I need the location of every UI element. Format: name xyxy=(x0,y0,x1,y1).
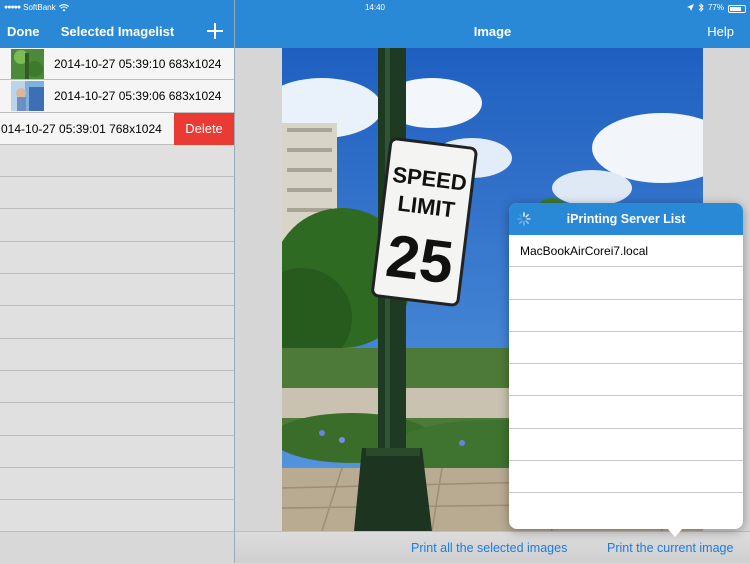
loading-spinner-icon xyxy=(517,212,531,226)
empty-row xyxy=(0,209,234,242)
empty-row xyxy=(0,306,234,339)
empty-row xyxy=(0,435,234,468)
list-item-label: 2014-10-27 05:39:06 683x1024 xyxy=(54,89,222,104)
popover-title: iPrinting Server List xyxy=(566,212,686,226)
server-item[interactable]: MacBookAirCorei7.local xyxy=(509,235,743,268)
delete-button[interactable]: Delete xyxy=(174,112,234,145)
left-navbar: Done Selected Imagelist xyxy=(0,15,234,48)
print-all-button[interactable]: Print all the selected images xyxy=(411,532,567,564)
thumbnail-image xyxy=(11,81,44,112)
image-list[interactable]: 2014-10-27 05:39:10 683x1024 2014-10-27 … xyxy=(0,48,234,531)
done-button[interactable]: Done xyxy=(7,15,40,48)
empty-row xyxy=(509,300,743,332)
empty-row xyxy=(0,500,234,531)
image-title: Image xyxy=(473,24,512,39)
empty-row xyxy=(0,274,234,307)
split-divider xyxy=(234,0,235,563)
sign-number: 25 xyxy=(383,222,457,297)
help-button[interactable]: Help xyxy=(707,15,734,48)
empty-row xyxy=(509,267,743,300)
clock: 14:40 xyxy=(364,3,386,12)
empty-row xyxy=(509,332,743,365)
location-icon xyxy=(686,4,694,11)
list-item[interactable]: 2014-10-27 05:39:10 683x1024 xyxy=(0,48,234,81)
list-title: Selected Imagelist xyxy=(60,24,175,39)
status-bar: ●●●●● SoftBank 14:40 77% xyxy=(0,0,750,15)
server-list-popover: iPrinting Server List MacBookAirCorei7.l… xyxy=(509,203,743,529)
thumbnail-image xyxy=(11,49,44,79)
add-icon[interactable] xyxy=(204,20,226,42)
empty-row xyxy=(0,241,234,275)
empty-row xyxy=(0,177,234,210)
popover-arrow xyxy=(666,527,684,537)
empty-row xyxy=(509,364,743,397)
list-item-label: 014-10-27 05:39:01 768x1024 xyxy=(1,121,162,136)
empty-row xyxy=(0,403,234,436)
empty-row xyxy=(509,396,743,429)
bluetooth-icon xyxy=(698,3,704,12)
list-item[interactable]: 014-10-27 05:39:01 768x1024 Delete xyxy=(0,112,234,145)
empty-row xyxy=(0,370,234,404)
empty-row xyxy=(0,338,234,371)
list-item[interactable]: 2014-10-27 05:39:06 683x1024 xyxy=(0,80,234,113)
right-navbar: Image Help xyxy=(235,15,750,48)
battery-icon xyxy=(728,5,746,13)
empty-row xyxy=(0,144,234,178)
empty-row xyxy=(509,429,743,462)
left-toolbar xyxy=(0,531,234,563)
empty-row xyxy=(0,467,234,501)
list-item-label: 2014-10-27 05:39:10 683x1024 xyxy=(54,57,222,71)
popover-header: iPrinting Server List xyxy=(509,203,743,235)
empty-row xyxy=(509,461,743,494)
battery-fill xyxy=(730,7,741,11)
battery-percent: 77% xyxy=(707,3,724,12)
